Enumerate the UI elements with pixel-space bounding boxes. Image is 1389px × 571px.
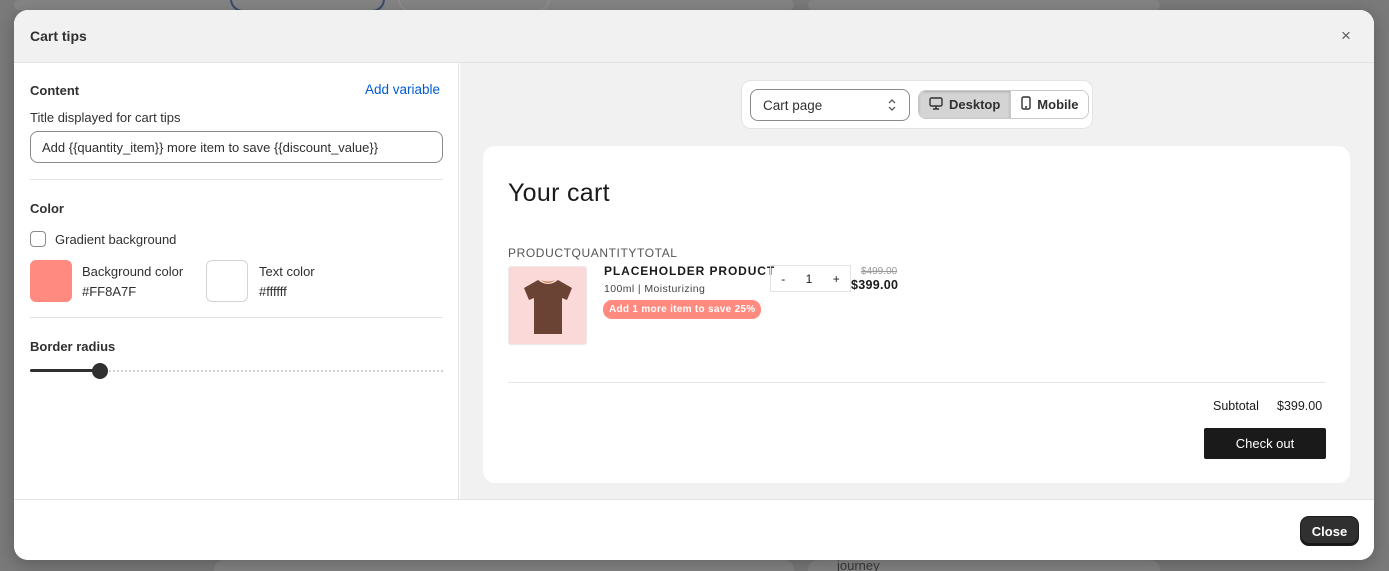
page-select-value: Cart page — [763, 97, 823, 113]
modal-header: Cart tips × — [14, 10, 1374, 63]
quantity-stepper: - 1 + — [770, 265, 851, 292]
color-heading: Color — [30, 201, 64, 216]
desktop-toggle-button[interactable]: Desktop — [919, 91, 1011, 118]
add-variable-link[interactable]: Add variable — [365, 82, 440, 97]
border-radius-heading: Border radius — [30, 339, 116, 354]
background-color-label: Background color — [82, 264, 184, 279]
item-price: $399.00 — [851, 278, 899, 292]
backdrop-card — [808, 0, 1160, 10]
checkout-button[interactable]: Check out — [1204, 428, 1326, 459]
column-header-total: TOTAL — [637, 246, 678, 260]
cart-divider — [508, 382, 1326, 383]
mobile-icon — [1021, 96, 1031, 113]
preview-panel: Cart page Desktop Mobile Your cart PRODU… — [460, 63, 1374, 500]
gradient-checkbox-label: Gradient background — [55, 231, 177, 247]
product-name: PLACEHOLDER PRODUCT — [604, 264, 776, 278]
product-variant: 100ml | Moisturizing — [604, 283, 706, 295]
text-color-label: Text color — [259, 264, 315, 279]
border-radius-slider-fill — [30, 369, 101, 372]
backdrop-card — [214, 560, 794, 571]
mobile-toggle-button[interactable]: Mobile — [1010, 91, 1089, 118]
product-image — [508, 266, 587, 345]
page-select[interactable]: Cart page — [750, 89, 910, 121]
preview-toolbar: Cart page Desktop Mobile — [741, 80, 1093, 129]
cart-title: Your cart — [508, 179, 610, 207]
column-header-quantity: QUANTITY — [571, 246, 638, 260]
device-toggle: Desktop Mobile — [918, 90, 1090, 119]
column-header-product: PRODUCT — [508, 246, 572, 260]
quantity-value[interactable]: 1 — [802, 272, 817, 286]
desktop-label: Desktop — [949, 97, 1001, 112]
border-radius-slider-thumb[interactable] — [92, 363, 109, 379]
quantity-minus-button[interactable]: - — [777, 272, 789, 286]
compare-at-price: $499.00 — [861, 266, 898, 277]
title-field-label: Title displayed for cart tips — [30, 110, 181, 125]
desktop-icon — [929, 96, 943, 113]
gradient-checkbox-row[interactable]: Gradient background — [30, 231, 176, 247]
mobile-label: Mobile — [1037, 97, 1079, 112]
cart-column-headers: PRODUCT QUANTITY TOTAL — [508, 246, 678, 260]
subtotal-label: Subtotal — [1213, 399, 1259, 413]
cart-tips-modal: Cart tips × Content Add variable Title d… — [14, 10, 1374, 560]
settings-panel: Content Add variable Title displayed for… — [14, 63, 459, 500]
content-heading: Content — [30, 83, 80, 98]
background-color-hex: #FF8A7F — [82, 284, 137, 299]
modal-footer: Close — [14, 499, 1374, 560]
title-input-value: Add {{quantity_item}} more item to save … — [42, 139, 379, 155]
background-color-swatch[interactable] — [30, 260, 72, 302]
cart-preview: Your cart PRODUCT QUANTITY TOTAL PLACEHO… — [483, 146, 1350, 483]
cart-tip-badge: Add 1 more item to save 25% — [603, 300, 762, 319]
modal-title: Cart tips — [30, 28, 87, 44]
close-icon[interactable]: × — [1336, 26, 1356, 46]
title-input[interactable]: Add {{quantity_item}} more item to save … — [30, 131, 443, 163]
subtotal-value: $399.00 — [1277, 399, 1323, 413]
divider — [30, 317, 443, 318]
text-color-swatch[interactable] — [206, 260, 248, 302]
tshirt-icon — [523, 279, 572, 334]
divider — [30, 179, 443, 180]
quantity-plus-button[interactable]: + — [829, 272, 844, 286]
gradient-checkbox[interactable] — [30, 231, 46, 247]
close-button[interactable]: Close — [1301, 517, 1358, 545]
text-color-hex: #ffffff — [259, 284, 287, 299]
select-chevron-icon — [887, 98, 897, 112]
